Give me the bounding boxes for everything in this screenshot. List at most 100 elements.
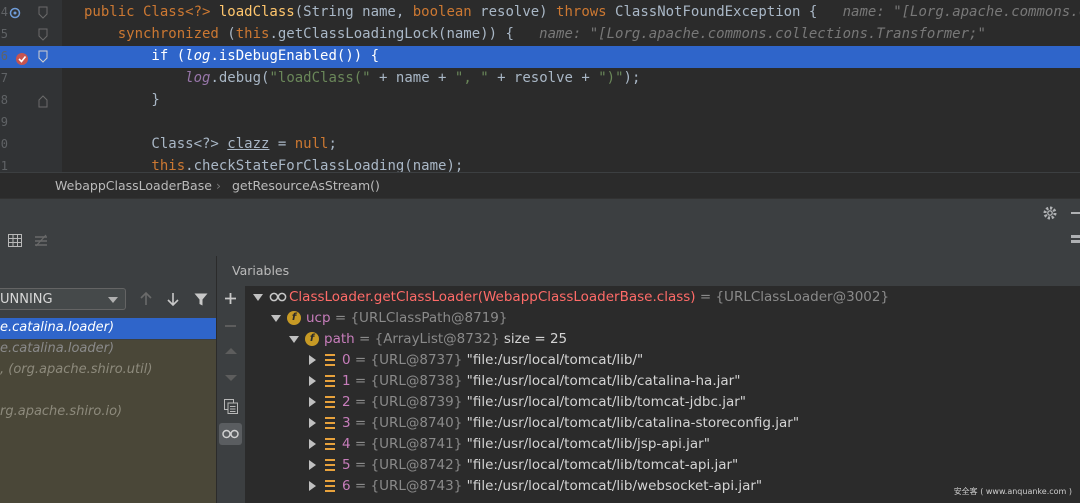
code-line[interactable]: 5 synchronized (this.getClassLoadingLock… — [0, 24, 1080, 46]
chevron-right-icon[interactable] — [309, 355, 316, 365]
copy-icon[interactable] — [224, 399, 238, 414]
variable-name: path — [324, 331, 355, 347]
code-token: ( — [218, 26, 236, 42]
stack-frame[interactable]: rg.apache.shiro.io) — [0, 402, 216, 423]
field-icon: f — [305, 332, 319, 346]
code-line[interactable]: 7 log.debug("loadClass(" + name + ", " +… — [0, 68, 1080, 90]
chevron-down-icon — [108, 297, 118, 303]
chevron-right-icon[interactable] — [309, 439, 316, 449]
variable-type: {URL@8742} — [370, 457, 463, 473]
chevron-right-icon[interactable] — [309, 460, 316, 470]
code-editor[interactable]: 4 public Class<?> loadClass(String name, … — [0, 0, 1080, 172]
code-token: synchronized — [84, 26, 219, 42]
variable-row[interactable]: f path = {ArrayList@8732} size = 25 — [245, 329, 1080, 350]
code-token: clazz — [227, 136, 270, 152]
show-watches-toggle[interactable] — [219, 423, 242, 445]
table-layout-icon[interactable] — [8, 234, 22, 247]
code-text: if (log.isDebugEnabled()) { — [84, 48, 379, 64]
variable-extra: "file:/usr/local/tomcat/lib/tomcat-jdbc.… — [462, 394, 746, 410]
chevron-down-icon[interactable] — [271, 315, 281, 322]
breadcrumb-class[interactable]: WebappClassLoaderBase — [55, 178, 212, 193]
stack-frame[interactable] — [0, 381, 216, 402]
code-line[interactable]: 1 this.checkStateForClassLoading(name); — [0, 156, 1080, 172]
chevron-right-icon[interactable] — [309, 481, 316, 491]
gear-icon[interactable] — [1042, 205, 1058, 221]
variable-row[interactable]: 1 = {URL@8738} "file:/usr/local/tomcat/l… — [245, 371, 1080, 392]
array-element-icon — [325, 354, 335, 366]
variable-name: 0 — [342, 352, 351, 368]
breadcrumb-method[interactable]: getResourceAsStream() — [232, 178, 380, 193]
code-token: .checkStateForClassLoading(name); — [185, 158, 464, 172]
code-token: .isDebugEnabled()) { — [210, 48, 380, 64]
chevron-right-icon[interactable] — [309, 418, 316, 428]
add-watch-icon[interactable] — [224, 292, 237, 305]
stack-frame-selected[interactable]: e.catalina.loader) — [0, 318, 216, 339]
remove-watch-icon[interactable] — [225, 325, 236, 327]
variable-text: path = {ArrayList@8732} size = 25 — [324, 331, 567, 347]
chevron-right-icon[interactable] — [309, 397, 316, 407]
code-token: "loadClass(" — [269, 70, 371, 86]
variable-row[interactable]: f ucp = {URLClassPath@8719} — [245, 308, 1080, 329]
variable-extra: "file:/usr/local/tomcat/lib/catalina-sto… — [462, 415, 800, 431]
variable-name: 2 — [342, 394, 351, 410]
chevron-down-icon[interactable] — [289, 336, 299, 343]
code-text: public Class<?> loadClass(String name, b… — [84, 4, 1080, 20]
move-up-icon[interactable] — [225, 347, 237, 355]
fold-marker-icon[interactable] — [38, 50, 48, 64]
filter-icon[interactable] — [194, 293, 208, 306]
layout-icon[interactable] — [1071, 235, 1080, 247]
thread-selector[interactable]: UNNING — [0, 288, 126, 310]
variable-extra: "file:/usr/local/tomcat/lib/tomcat-api.j… — [462, 457, 739, 473]
fold-marker-icon[interactable] — [38, 6, 48, 20]
code-line[interactable]: 9 — [0, 112, 1080, 134]
code-line[interactable]: 8 } — [0, 90, 1080, 112]
chevron-down-icon[interactable] — [253, 294, 263, 301]
breadcrumb-separator: › — [216, 178, 221, 193]
stack-frame[interactable]: , (org.apache.shiro.util) — [0, 360, 216, 381]
move-down-icon[interactable] — [225, 374, 237, 382]
frames-panel: UNNING e.catalina.loader) e.catalina.load… — [0, 256, 217, 503]
variable-row[interactable]: ClassLoader.getClassLoader(WebappClassLo… — [245, 287, 1080, 308]
code-token: .getClassLoadingLock(name)) { — [269, 26, 531, 42]
variable-type: {URL@8738} — [370, 373, 463, 389]
variable-row[interactable]: 4 = {URL@8741} "file:/usr/local/tomcat/l… — [245, 434, 1080, 455]
variable-extra: "file:/usr/local/tomcat/lib/" — [462, 352, 644, 368]
override-method-icon[interactable] — [9, 7, 21, 19]
code-token: + name + — [370, 70, 455, 86]
fold-marker-icon[interactable] — [38, 28, 48, 42]
chevron-right-icon[interactable] — [309, 376, 316, 386]
stack-frame-label: e.catalina.loader) — [0, 341, 115, 356]
breakpoint-icon[interactable] — [15, 52, 29, 66]
arrow-up-icon[interactable] — [140, 292, 152, 306]
arrow-down-icon[interactable] — [167, 292, 179, 306]
code-token: resolve) — [480, 4, 557, 20]
code-token: ClassNotFoundException { — [615, 4, 826, 20]
stack-frame[interactable]: e.catalina.loader) — [0, 339, 216, 360]
inline-debug-hint: name: "[Lorg.apache.commons.collections.… — [530, 26, 986, 42]
line-number: 5 — [0, 27, 8, 41]
variable-row[interactable]: 0 = {URL@8737} "file:/usr/local/tomcat/l… — [245, 350, 1080, 371]
variable-text: 6 = {URL@8743} "file:/usr/local/tomcat/l… — [342, 478, 762, 494]
variable-eq: = — [350, 352, 371, 368]
variable-row[interactable]: 2 = {URL@8739} "file:/usr/local/tomcat/l… — [245, 392, 1080, 413]
line-number: 6 — [0, 49, 8, 63]
variable-text: 4 = {URL@8741} "file:/usr/local/tomcat/l… — [342, 436, 710, 452]
code-token: ); — [623, 70, 641, 86]
variable-row[interactable]: 3 = {URL@8740} "file:/usr/local/tomcat/l… — [245, 413, 1080, 434]
mute-breakpoints-icon[interactable] — [34, 234, 48, 247]
variable-row[interactable]: 5 = {URL@8742} "file:/usr/local/tomcat/l… — [245, 455, 1080, 476]
variable-type: {URL@8737} — [370, 352, 463, 368]
minimize-icon[interactable] — [1071, 212, 1080, 214]
code-line-current[interactable]: 6 if (log.isDebugEnabled()) { — [0, 46, 1080, 68]
code-token: this — [84, 158, 186, 172]
code-line[interactable]: 0 Class<?> clazz = null; — [0, 134, 1080, 156]
variable-text: 2 = {URL@8739} "file:/usr/local/tomcat/l… — [342, 394, 746, 410]
variables-side-toolbar — [217, 286, 245, 503]
variable-text: 5 = {URL@8742} "file:/usr/local/tomcat/l… — [342, 457, 738, 473]
code-token: = — [269, 136, 295, 152]
line-number: 4 — [0, 5, 8, 19]
code-line[interactable]: 4 public Class<?> loadClass(String name, … — [0, 2, 1080, 24]
fold-end-marker-icon[interactable] — [38, 94, 48, 108]
code-text: } — [84, 92, 159, 108]
variable-type: {ArrayList@8732} — [374, 331, 500, 347]
